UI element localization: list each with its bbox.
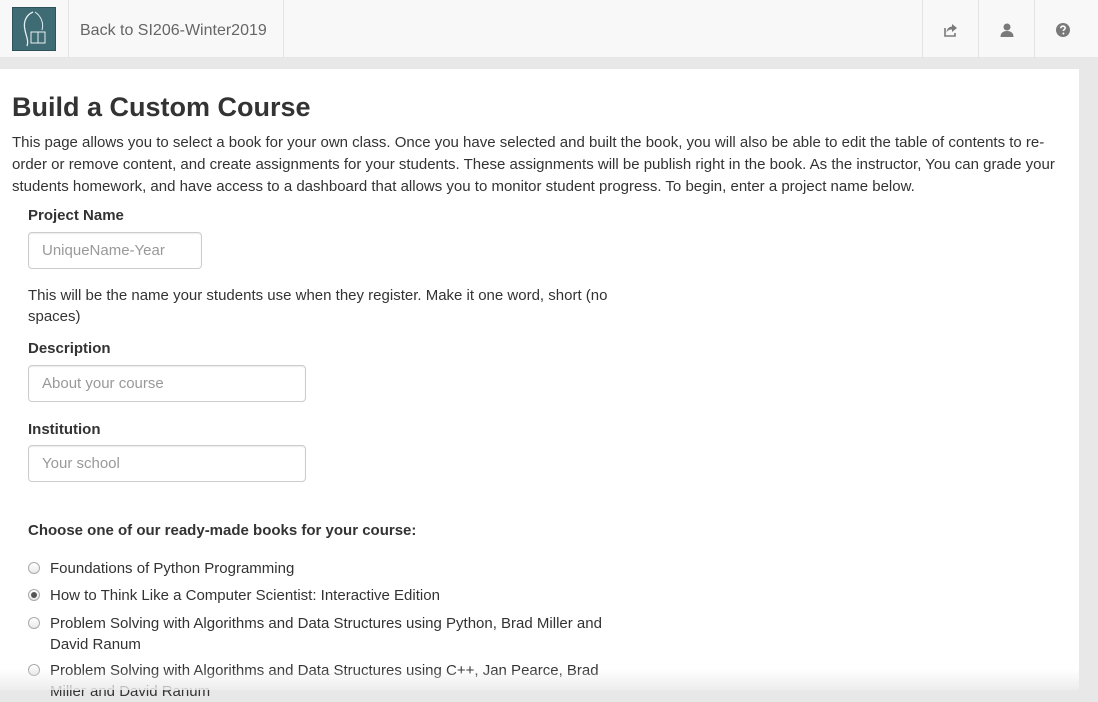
share-icon[interactable] xyxy=(939,18,963,42)
institution-input[interactable] xyxy=(28,445,306,482)
user-icon[interactable] xyxy=(995,18,1019,42)
books-heading: Choose one of our ready-made books for y… xyxy=(28,522,417,539)
nav-divider xyxy=(922,0,923,58)
logo-icon xyxy=(23,11,46,47)
project-name-label: Project Name xyxy=(28,207,124,224)
book-option[interactable]: Problem Solving with Algorithms and Data… xyxy=(28,613,618,655)
help-icon[interactable] xyxy=(1051,18,1075,42)
description-input[interactable] xyxy=(28,365,306,402)
project-name-input[interactable] xyxy=(28,232,202,269)
runestone-logo[interactable] xyxy=(12,7,56,51)
book-option-label: How to Think Like a Computer Scientist: … xyxy=(50,587,440,604)
radio-button[interactable] xyxy=(28,617,40,629)
project-name-help: This will be the name your students use … xyxy=(28,287,608,325)
scroll-fade xyxy=(0,669,1079,690)
institution-label: Institution xyxy=(28,421,101,438)
page-title: Build a Custom Course xyxy=(12,92,311,122)
nav-divider xyxy=(283,0,284,58)
book-option-label: Problem Solving with Algorithms and Data… xyxy=(50,615,602,653)
top-navbar: Back to SI206-Winter2019 xyxy=(0,0,1098,58)
intro-paragraph: This page allows you to select a book fo… xyxy=(12,134,1055,195)
description-label: Description xyxy=(28,340,111,357)
nav-divider xyxy=(68,0,69,58)
book-option[interactable]: Foundations of Python Programming xyxy=(28,558,618,579)
nav-divider xyxy=(978,0,979,58)
main-content: Build a Custom Course This page allows y… xyxy=(0,69,1079,700)
book-option[interactable]: How to Think Like a Computer Scientist: … xyxy=(28,585,618,606)
radio-button-selected[interactable] xyxy=(28,589,40,601)
nav-divider xyxy=(1034,0,1035,58)
radio-button[interactable] xyxy=(28,562,40,574)
back-to-course-link[interactable]: Back to SI206-Winter2019 xyxy=(80,21,267,41)
book-option-label: Foundations of Python Programming xyxy=(50,560,295,577)
